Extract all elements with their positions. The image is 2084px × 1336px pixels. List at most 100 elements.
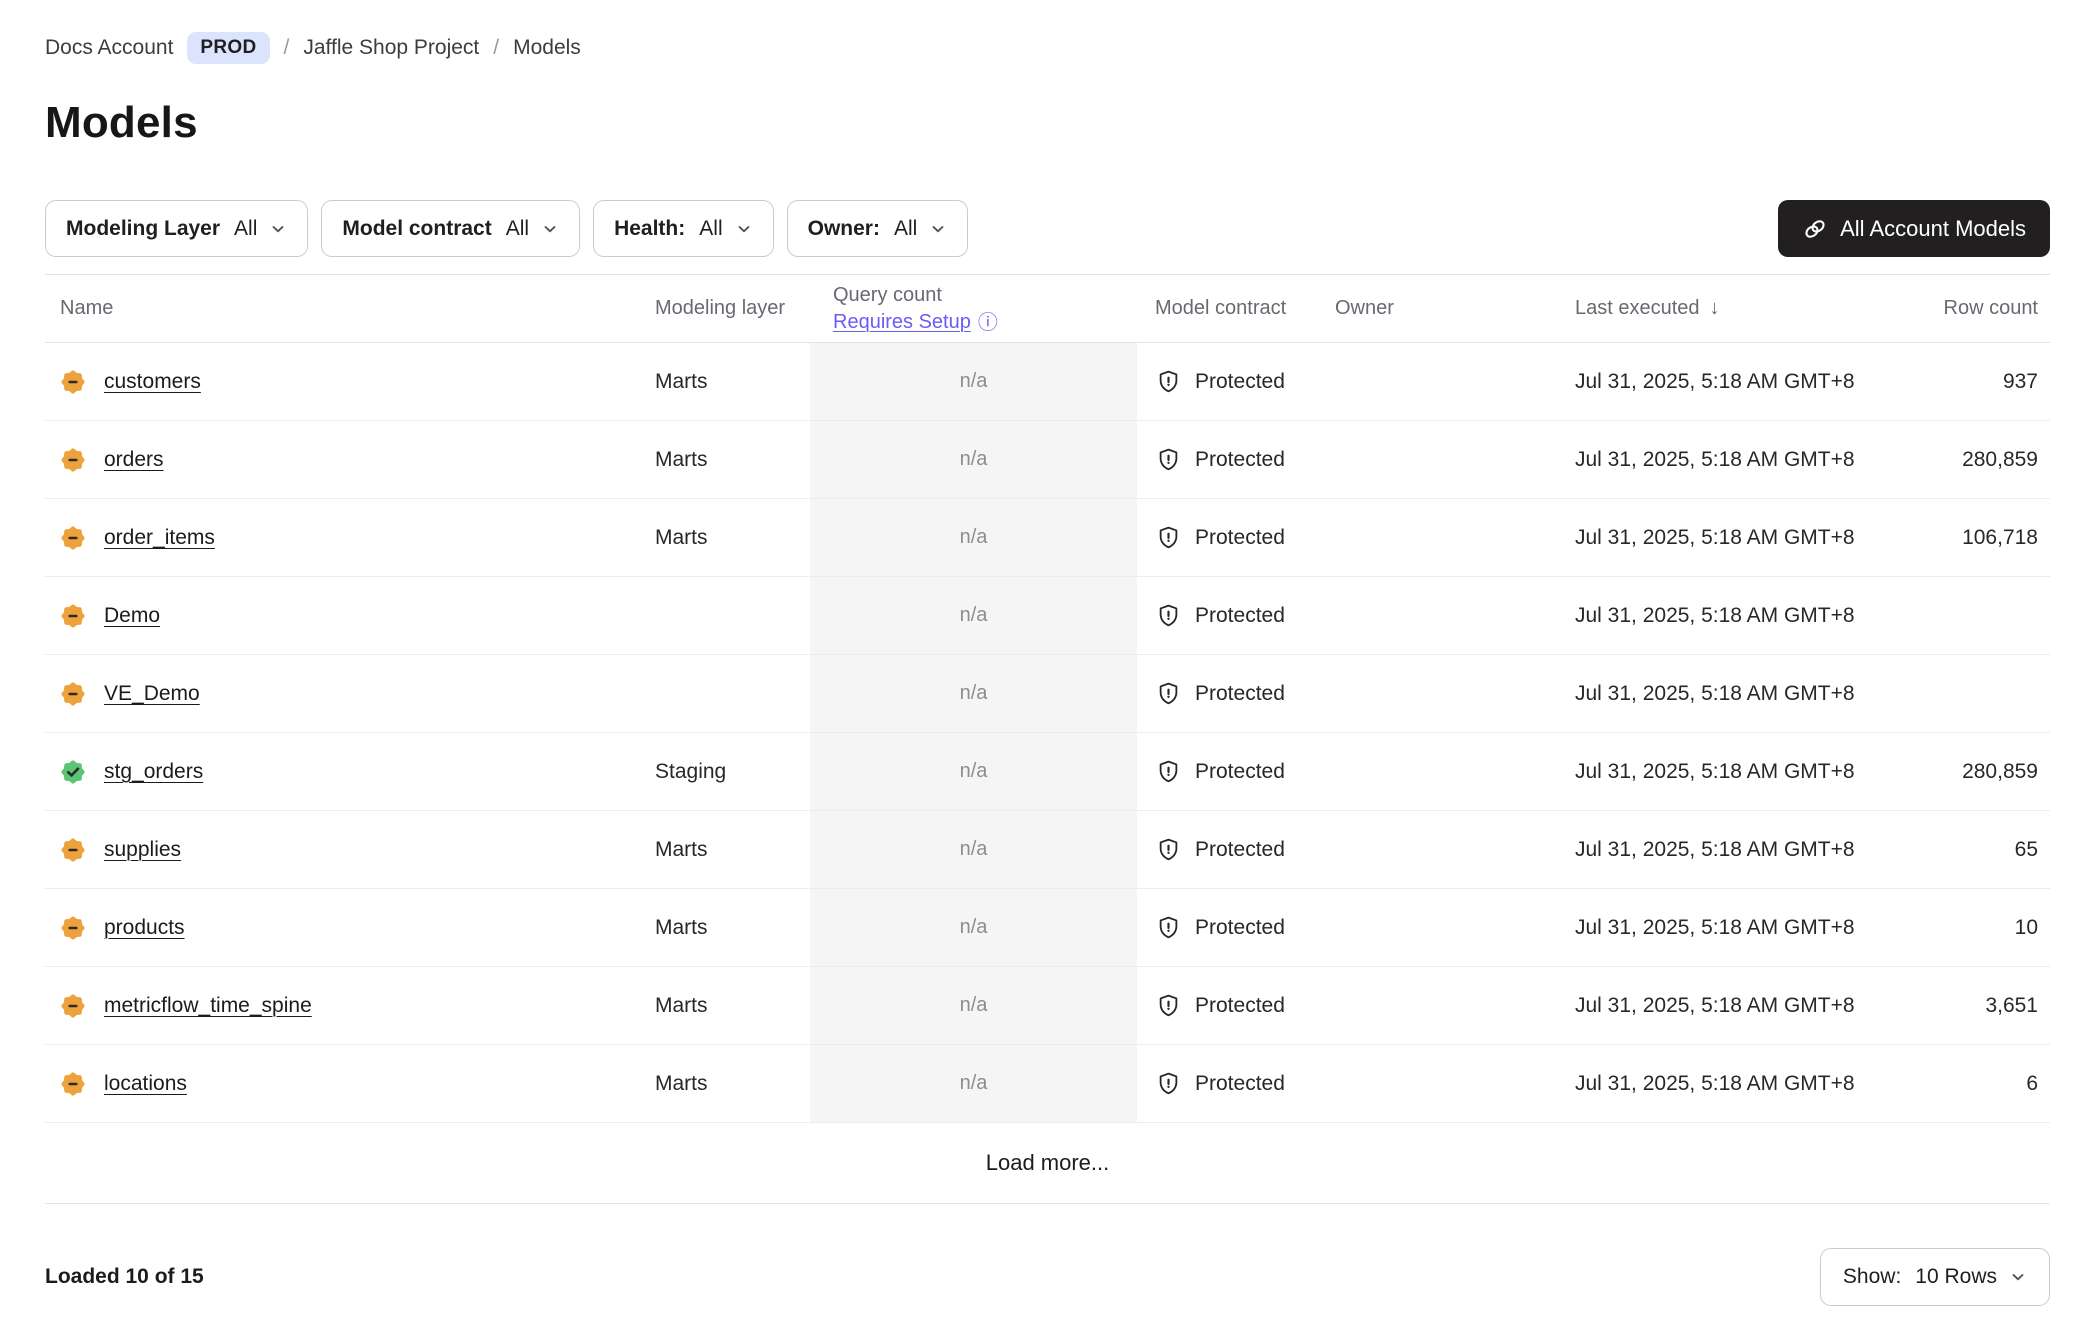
model-name-link[interactable]: Demo: [104, 604, 160, 628]
chevron-down-icon: [541, 220, 559, 238]
header-name: Name: [45, 297, 655, 320]
link-chain-icon: [1802, 216, 1828, 242]
sort-descending-icon: ↓: [1710, 297, 1720, 320]
header-owner: Owner: [1325, 297, 1575, 320]
model-contract-cell: Protected: [1137, 992, 1325, 1019]
filter-bar: Modeling Layer All Model contract All He…: [45, 200, 2050, 257]
contract-status-text: Protected: [1195, 760, 1285, 784]
row-count-cell: 280,859: [1875, 448, 2050, 472]
model-name-link[interactable]: products: [104, 916, 185, 940]
chevron-down-icon: [269, 220, 287, 238]
requires-setup-link[interactable]: Requires Setup ⓘ: [833, 309, 1137, 336]
model-contract-filter[interactable]: Model contract All: [321, 200, 580, 257]
table-row: supplies Marts n/a Protected Jul 31, 202…: [45, 811, 2050, 889]
last-executed-cell: Jul 31, 2025, 5:18 AM GMT+8: [1575, 448, 1875, 472]
query-count-cell: n/a: [810, 1045, 1137, 1122]
load-more-row: Load more...: [45, 1123, 2050, 1204]
table-body: customers Marts n/a Protected Jul 31, 20…: [45, 343, 2050, 1123]
table-header-row: Name Modeling layer Query count Requires…: [45, 274, 2050, 343]
table-row: stg_orders Staging n/a Protected Jul 31,…: [45, 733, 2050, 811]
table-row: customers Marts n/a Protected Jul 31, 20…: [45, 343, 2050, 421]
model-name-link[interactable]: orders: [104, 448, 164, 472]
show-value: 10 Rows: [1915, 1265, 1997, 1289]
chevron-down-icon: [2009, 1268, 2027, 1286]
filter-value: All: [506, 217, 529, 241]
query-count-cell: n/a: [810, 577, 1137, 654]
contract-status-text: Protected: [1195, 838, 1285, 862]
contract-status-text: Protected: [1195, 370, 1285, 394]
row-count-cell: 6: [1875, 1072, 2050, 1096]
all-account-models-button[interactable]: All Account Models: [1778, 200, 2050, 257]
health-status-icon: [59, 992, 87, 1020]
chevron-down-icon: [735, 220, 753, 238]
row-count-cell: 10: [1875, 916, 2050, 940]
health-status-icon: [59, 758, 87, 786]
load-more-button[interactable]: Load more...: [986, 1150, 1110, 1176]
table-row: metricflow_time_spine Marts n/a Protecte…: [45, 967, 2050, 1045]
health-status-icon: [59, 914, 87, 942]
model-name-link[interactable]: stg_orders: [104, 760, 203, 784]
breadcrumb-account-link[interactable]: Docs Account: [45, 36, 173, 60]
modeling-layer-cell: Marts: [655, 526, 810, 550]
query-count-label: Query count: [833, 282, 1137, 309]
filter-label: Model contract: [342, 217, 491, 241]
shield-protected-icon: [1155, 1070, 1182, 1097]
filter-label: Modeling Layer: [66, 217, 220, 241]
filter-label: Health:: [614, 217, 685, 241]
query-count-cell: n/a: [810, 499, 1137, 576]
last-executed-cell: Jul 31, 2025, 5:18 AM GMT+8: [1575, 1072, 1875, 1096]
query-count-cell: n/a: [810, 889, 1137, 966]
model-name-link[interactable]: metricflow_time_spine: [104, 994, 312, 1018]
table-row: VE_Demo n/a Protected Jul 31, 2025, 5:18…: [45, 655, 2050, 733]
modeling-layer-cell: Marts: [655, 994, 810, 1018]
health-filter[interactable]: Health: All: [593, 200, 774, 257]
models-page: Docs Account PROD / Jaffle Shop Project …: [45, 0, 2050, 1306]
model-contract-cell: Protected: [1137, 524, 1325, 551]
shield-protected-icon: [1155, 602, 1182, 629]
shield-protected-icon: [1155, 524, 1182, 551]
show-label: Show:: [1843, 1265, 1901, 1289]
model-name-link[interactable]: supplies: [104, 838, 181, 862]
models-table: Name Modeling layer Query count Requires…: [45, 274, 2050, 1204]
breadcrumb-separator: /: [493, 36, 499, 60]
modeling-layer-cell: Marts: [655, 448, 810, 472]
filter-label: Owner:: [808, 217, 880, 241]
table-row: order_items Marts n/a Protected Jul 31, …: [45, 499, 2050, 577]
model-name-link[interactable]: customers: [104, 370, 201, 394]
model-contract-cell: Protected: [1137, 914, 1325, 941]
health-status-icon: [59, 680, 87, 708]
row-count-cell: 106,718: [1875, 526, 2050, 550]
owner-filter[interactable]: Owner: All: [787, 200, 969, 257]
model-name-link[interactable]: VE_Demo: [104, 682, 200, 706]
model-contract-cell: Protected: [1137, 446, 1325, 473]
model-contract-cell: Protected: [1137, 680, 1325, 707]
header-last-executed[interactable]: Last executed ↓: [1575, 297, 1875, 320]
modeling-layer-filter[interactable]: Modeling Layer All: [45, 200, 308, 257]
loaded-count-text: Loaded 10 of 15: [45, 1265, 204, 1289]
breadcrumb-project-link[interactable]: Jaffle Shop Project: [303, 36, 479, 60]
contract-status-text: Protected: [1195, 682, 1285, 706]
query-count-cell: n/a: [810, 343, 1137, 420]
last-executed-cell: Jul 31, 2025, 5:18 AM GMT+8: [1575, 526, 1875, 550]
filter-value: All: [234, 217, 257, 241]
query-count-cell: n/a: [810, 655, 1137, 732]
model-name-link[interactable]: locations: [104, 1072, 187, 1096]
modeling-layer-cell: Marts: [655, 370, 810, 394]
show-rows-dropdown[interactable]: Show: 10 Rows: [1820, 1248, 2050, 1306]
modeling-layer-cell: Marts: [655, 1072, 810, 1096]
last-executed-cell: Jul 31, 2025, 5:18 AM GMT+8: [1575, 604, 1875, 628]
model-contract-cell: Protected: [1137, 1070, 1325, 1097]
model-contract-cell: Protected: [1137, 368, 1325, 395]
filter-value: All: [894, 217, 917, 241]
modeling-layer-cell: Marts: [655, 838, 810, 862]
info-icon[interactable]: ⓘ: [978, 312, 998, 332]
model-name-link[interactable]: order_items: [104, 526, 215, 550]
table-footer: Loaded 10 of 15 Show: 10 Rows: [45, 1248, 2050, 1306]
contract-status-text: Protected: [1195, 604, 1285, 628]
model-contract-cell: Protected: [1137, 758, 1325, 785]
contract-status-text: Protected: [1195, 994, 1285, 1018]
query-count-cell: n/a: [810, 421, 1137, 498]
row-count-cell: 280,859: [1875, 760, 2050, 784]
row-count-cell: 65: [1875, 838, 2050, 862]
query-count-cell: n/a: [810, 967, 1137, 1044]
